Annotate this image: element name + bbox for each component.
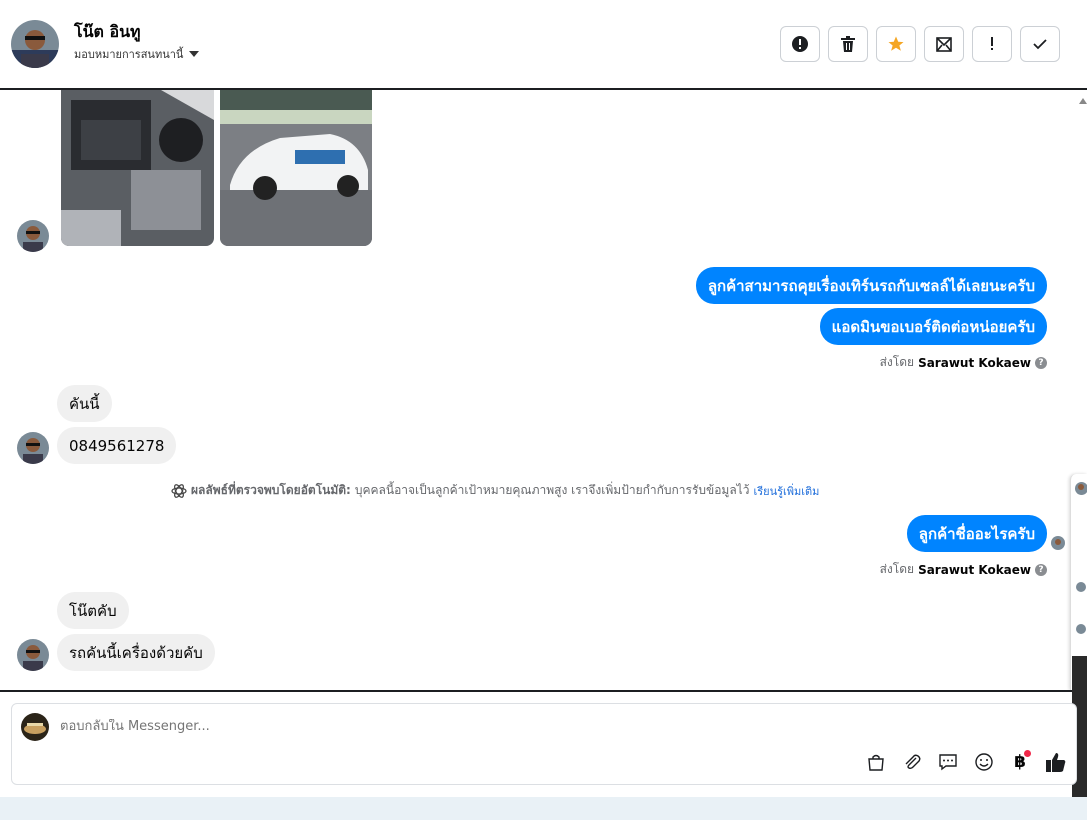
contact-name[interactable]: โน๊ต อินทู — [74, 20, 141, 45]
sent-by-prefix: ส่งโดย — [879, 562, 915, 576]
side-avatar[interactable] — [1076, 624, 1086, 634]
reply-composer: ฿ — [11, 703, 1077, 785]
question-help-icon[interactable]: ? — [1035, 356, 1047, 369]
star-button[interactable] — [876, 26, 916, 62]
star-icon — [888, 36, 904, 51]
trash-icon — [841, 36, 855, 52]
outgoing-message[interactable]: แอดมินขอเบอร์ติดต่อหน่อยครับ — [819, 308, 1047, 345]
auto-detection-notice: ผลลัพธ์ที่ตรวจพบโดยอัตโนมัติ: บุคคลนี้อา… — [171, 481, 819, 500]
header-actions — [780, 26, 1060, 62]
page-avatar — [21, 713, 49, 741]
outgoing-message[interactable]: ลูกค้าชื่ออะไรครับ — [906, 515, 1047, 552]
contact-avatar-small — [17, 432, 49, 464]
alert-circle-icon — [792, 36, 808, 52]
incoming-message[interactable]: 0849561278 — [57, 427, 177, 464]
seen-avatar — [1051, 536, 1065, 550]
sent-by-prefix: ส่งโดย — [879, 355, 915, 369]
engine-photo[interactable] — [61, 90, 214, 246]
message-thread[interactable]: ลูกค้าสามารถคุยเรื่องเทิร์นรถกับเซลล์ได้… — [0, 88, 1087, 692]
conversation-header: โน๊ต อินทู มอบหมายการสนทนานี้ — [0, 0, 1087, 88]
envelope-icon — [936, 37, 952, 52]
assign-conversation-dropdown[interactable]: มอบหมายการสนทนานี้ — [74, 45, 200, 63]
side-avatar[interactable] — [1076, 582, 1086, 592]
notice-text: บุคคลนี้อาจเป็นลูกค้าเป้าหมายคุณภาพสูง เ… — [354, 483, 750, 497]
sent-by-name[interactable]: Sarawut Kokaew — [918, 563, 1031, 577]
baht-payment-icon[interactable]: ฿ — [1008, 750, 1032, 774]
notice-title: ผลลัพธ์ที่ตรวจพบโดยอัตโนมัติ: — [191, 483, 351, 497]
incoming-message[interactable]: รถคันนี้เครื่องด้วยคับ — [57, 634, 215, 671]
done-button[interactable] — [1020, 26, 1060, 62]
contact-avatar[interactable] — [11, 20, 59, 68]
incoming-message[interactable]: โน๊ตคับ — [57, 592, 129, 629]
delete-button[interactable] — [828, 26, 868, 62]
caret-down-icon — [189, 51, 200, 57]
shop-bag-icon[interactable] — [864, 750, 888, 774]
chat-reply-icon[interactable] — [936, 750, 960, 774]
mark-unread-button[interactable] — [924, 26, 964, 62]
reply-input[interactable] — [60, 719, 760, 734]
spam-button[interactable] — [780, 26, 820, 62]
notification-dot — [1024, 750, 1031, 757]
sent-by-label: ส่งโดย Sarawut Kokaew ? — [880, 560, 1047, 579]
side-avatar[interactable] — [1075, 482, 1087, 495]
check-icon — [1033, 39, 1047, 50]
footer-strip — [0, 797, 1087, 820]
thumbs-up-icon[interactable] — [1044, 750, 1068, 774]
follow-up-button[interactable] — [972, 26, 1012, 62]
scroll-up-arrow-icon[interactable] — [1079, 98, 1087, 104]
atom-icon — [171, 483, 187, 498]
sent-by-label: ส่งโดย Sarawut Kokaew ? — [880, 353, 1047, 372]
question-help-icon[interactable]: ? — [1035, 563, 1047, 576]
composer-toolbar: ฿ — [864, 750, 1068, 774]
assign-label: มอบหมายการสนทนานี้ — [74, 48, 184, 61]
paperclip-icon[interactable] — [900, 750, 924, 774]
contact-avatar-small — [17, 639, 49, 671]
contact-avatar-small — [17, 220, 49, 252]
sent-by-name[interactable]: Sarawut Kokaew — [918, 356, 1031, 370]
incoming-message[interactable]: คันนี้ — [57, 385, 112, 422]
emoji-icon[interactable] — [972, 750, 996, 774]
learn-more-link[interactable]: เรียนรู้เพิ่มเติม — [753, 482, 819, 500]
outgoing-message[interactable]: ลูกค้าสามารถคุยเรื่องเทิร์นรถกับเซลล์ได้… — [695, 267, 1047, 304]
car-photo[interactable] — [220, 90, 372, 246]
exclamation-icon — [991, 37, 993, 50]
